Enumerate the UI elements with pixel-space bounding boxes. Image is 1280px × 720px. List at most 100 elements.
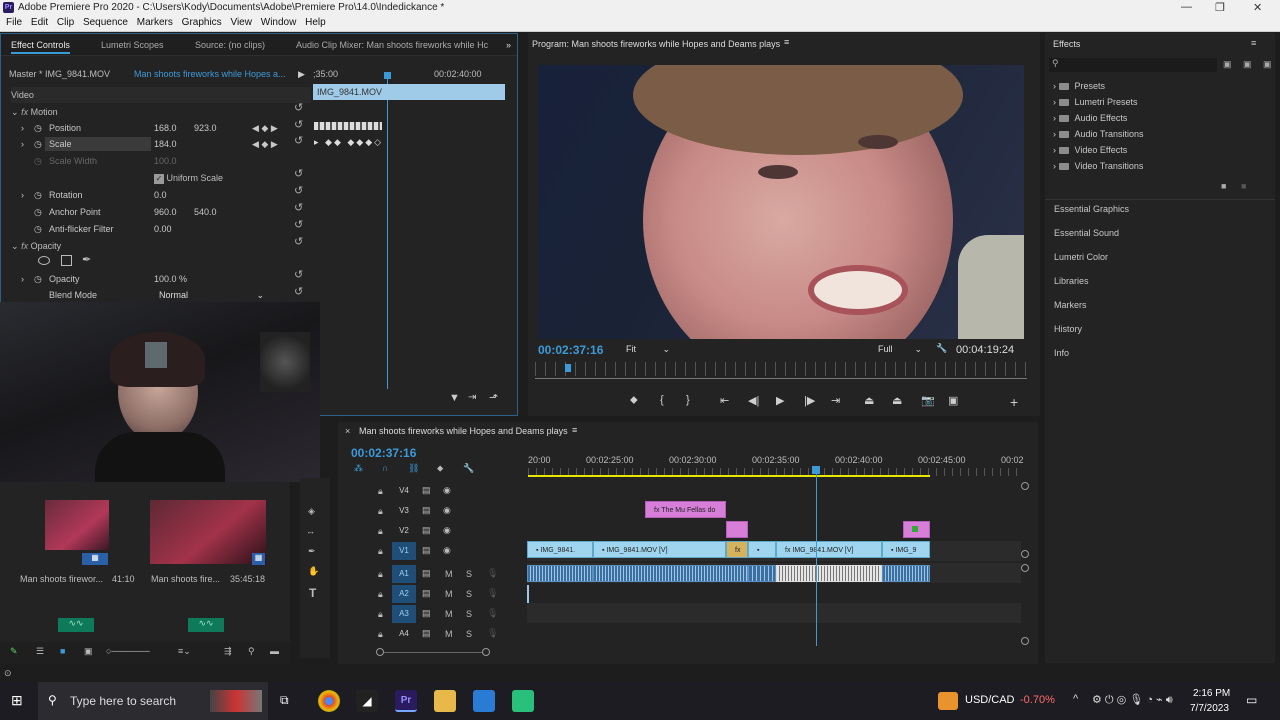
uniform-scale-checkbox[interactable]: ✓ <box>154 173 164 184</box>
timeline-playhead[interactable] <box>812 466 820 474</box>
panel-menu-icon[interactable]: ≡ <box>1251 38 1256 48</box>
position-keyframes[interactable] <box>314 122 382 130</box>
mail-icon[interactable] <box>473 690 495 712</box>
menu-graphics[interactable]: Graphics <box>182 17 222 28</box>
scale-keyframes[interactable]: ▸ ◆◆ ◆◆◆◇ <box>314 137 383 148</box>
lock-icon[interactable]: 🔒︎ <box>378 526 383 537</box>
track-label[interactable]: A2 <box>392 585 416 603</box>
reset-icon[interactable]: ↺ <box>294 285 303 298</box>
ellipse-mask-icon[interactable] <box>38 256 50 265</box>
panel-markers[interactable]: Markers <box>1054 300 1087 310</box>
track-label[interactable]: V1 <box>392 542 416 560</box>
search-icon[interactable]: ⚲ <box>248 646 255 657</box>
clock-time[interactable]: 2:16 PM <box>1193 688 1230 699</box>
comparison-view-icon[interactable]: ▣ <box>948 394 958 407</box>
stopwatch-icon[interactable]: ◷ <box>34 271 42 287</box>
lock-icon[interactable]: 🔒︎ <box>378 569 383 580</box>
mark-in-icon[interactable]: { <box>660 394 664 406</box>
v2-clip[interactable] <box>903 521 930 538</box>
clip-name-1[interactable]: Man shoots firewor... <box>20 574 103 584</box>
step-back-icon[interactable]: ◀| <box>748 394 759 407</box>
menu-clip[interactable]: Clip <box>57 17 74 28</box>
program-title[interactable]: Program: Man shoots fireworks while Hope… <box>532 39 780 49</box>
a1-clip-selected[interactable] <box>776 565 882 582</box>
track-label[interactable]: V3 <box>392 502 416 520</box>
panel-essential-sound[interactable]: Essential Sound <box>1054 228 1119 238</box>
mic-icon[interactable]: 🎙︎ <box>487 568 498 579</box>
extract-icon[interactable]: ⏏ <box>892 394 902 407</box>
effects-title[interactable]: Effects <box>1053 39 1080 49</box>
a1-clip[interactable] <box>527 565 593 582</box>
program-timecode[interactable]: 00:02:37:16 <box>538 343 603 357</box>
resolution-select[interactable]: Full ⌄ <box>878 344 922 354</box>
panel-libraries[interactable]: Libraries <box>1054 276 1089 286</box>
tree-audio-transitions[interactable]: › Audio Transitions <box>1053 129 1144 139</box>
eye-icon[interactable]: ◉ <box>443 525 451 536</box>
panel-overflow-icon[interactable]: » <box>506 40 511 50</box>
sequence-clip-label[interactable]: Man shoots fireworks while Hopes a... <box>134 69 286 85</box>
timeline-hscroll[interactable] <box>376 648 491 658</box>
tree-video-effects[interactable]: › Video Effects <box>1053 145 1127 155</box>
sync-lock-icon[interactable]: ▤ <box>422 545 431 556</box>
clip-name-2[interactable]: Man shoots fire... <box>151 574 220 584</box>
rotation-value[interactable]: 0.0 <box>154 187 167 203</box>
sync-lock-icon[interactable]: ▤ <box>422 505 431 516</box>
reset-icon[interactable]: ↺ <box>294 134 303 147</box>
keyframe-nav-icon[interactable]: ◀ ◆ ▶ <box>252 120 278 136</box>
icon-view-icon[interactable]: ■ <box>60 646 65 656</box>
sync-lock-icon[interactable]: ▤ <box>422 608 431 619</box>
mic-icon[interactable]: 🎙︎ <box>487 628 498 639</box>
obs-icon[interactable]: ◢ <box>356 690 378 712</box>
freeform-view-icon[interactable]: ▣ <box>84 646 93 657</box>
pencil-icon[interactable]: ✎ <box>10 646 18 657</box>
mark-out-icon[interactable]: } <box>686 394 690 406</box>
linked-selection-icon[interactable]: ⛓ <box>408 463 419 474</box>
expand-icon[interactable]: › <box>21 271 24 287</box>
track-label[interactable]: A3 <box>392 605 416 623</box>
program-playhead[interactable] <box>565 364 571 372</box>
expand-icon[interactable]: ⌄ <box>11 241 19 251</box>
clock-date[interactable]: 7/7/2023 <box>1190 703 1229 714</box>
v1-clip[interactable]: fx IMG_9841.MOV [V] <box>776 541 882 558</box>
v1-clip[interactable]: ▪ IMG_9841. <box>527 541 593 558</box>
fit-select[interactable]: Fit ⌄ <box>626 344 670 354</box>
timeline-vscroll[interactable] <box>1021 482 1029 646</box>
stopwatch-icon[interactable]: ◷ <box>34 120 42 136</box>
opacity-value[interactable]: 100.0 % <box>154 271 187 287</box>
program-ruler[interactable] <box>535 362 1027 376</box>
expand-icon[interactable]: › <box>21 187 24 203</box>
automate-icon[interactable]: ⇶ <box>224 646 232 657</box>
menu-markers[interactable]: Markers <box>137 17 173 28</box>
task-view-icon[interactable]: ⧉ <box>280 693 289 708</box>
tab-source[interactable]: Source: (no clips) <box>195 40 265 50</box>
sync-lock-icon[interactable]: ▤ <box>422 588 431 599</box>
track-label[interactable]: V2 <box>392 522 416 540</box>
windows-start-icon[interactable]: ⊞ <box>11 693 26 708</box>
new-bin-icon[interactable]: ■ <box>1221 181 1226 191</box>
anchor-x-value[interactable]: 960.0 <box>154 204 177 220</box>
lock-icon[interactable]: 🔒︎ <box>378 609 383 620</box>
track-label[interactable]: V4 <box>392 482 416 500</box>
v1-clip[interactable]: ▪ IMG_9 <box>882 541 930 558</box>
play-button-icon[interactable]: ▶ <box>776 394 784 407</box>
tab-lumetri-scopes[interactable]: Lumetri Scopes <box>101 40 164 50</box>
filter-icon[interactable]: ▼ <box>449 392 460 404</box>
a2-clip[interactable] <box>527 585 529 603</box>
wrench-icon[interactable]: 🔧 <box>936 343 947 354</box>
eye-icon[interactable]: ◉ <box>443 545 451 556</box>
maximize-icon[interactable]: ❐ <box>1215 1 1225 14</box>
solo-button[interactable]: S <box>466 609 472 619</box>
tab-effect-controls[interactable]: Effect Controls <box>11 40 70 54</box>
reset-icon[interactable]: ↺ <box>294 201 303 214</box>
work-area-bar[interactable] <box>528 475 930 477</box>
a1-clip[interactable] <box>593 565 748 582</box>
expand-icon[interactable]: › <box>21 120 24 136</box>
export-frame-icon[interactable]: 📷 <box>921 394 935 407</box>
effects-search-input[interactable]: ⚲ <box>1049 58 1217 72</box>
panel-history[interactable]: History <box>1054 324 1082 334</box>
slip-tool-icon[interactable]: ↔ <box>306 526 315 536</box>
lock-icon[interactable]: 🔒︎ <box>378 589 383 600</box>
tree-video-transitions[interactable]: › Video Transitions <box>1053 161 1143 171</box>
lock-icon[interactable]: 🔒︎ <box>378 629 383 640</box>
accelerated-effects-icon[interactable]: ▣ <box>1223 59 1232 70</box>
